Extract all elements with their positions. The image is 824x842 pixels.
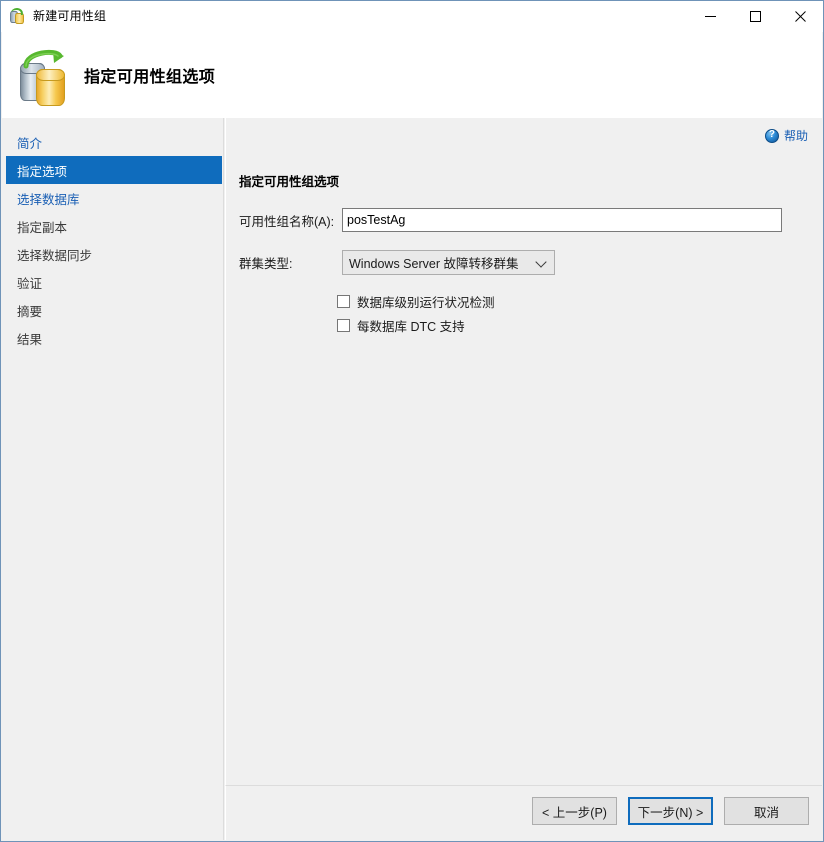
title-bar: 新建可用性组 [1,1,823,32]
new-availability-group-window: 新建可用性组 指定可用性组选项 简介 指定选项 选择数据库 指定副本 选择数据同… [0,0,824,842]
cluster-type-value: Windows Server 故障转移群集 [349,257,519,271]
sidebar-item-validation[interactable]: 验证 [6,268,222,296]
sidebar-item-select-data-synchronization[interactable]: 选择数据同步 [6,240,222,268]
sidebar-item-label: 选择数据库 [17,192,80,207]
footer-buttons: < 上一步(P) 下一步(N) > 取消 [532,797,809,825]
per-database-dtc-label: 每数据库 DTC 支持 [357,320,465,334]
help-link[interactable]: 帮助 [764,127,808,144]
sidebar-item-specify-replicas[interactable]: 指定副本 [6,212,222,240]
cancel-button[interactable]: 取消 [724,797,809,825]
sidebar-item-specify-options[interactable]: 指定选项 [6,156,222,184]
minimize-icon[interactable] [688,1,733,32]
sidebar-item-label: 指定副本 [17,220,68,235]
sidebar-item-results[interactable]: 结果 [6,324,222,352]
database-health-detection-checkbox[interactable] [337,295,350,308]
per-database-dtc-checkbox[interactable] [337,319,350,332]
back-button[interactable]: < 上一步(P) [532,797,617,825]
availability-group-name-row: 可用性组名称(A): [239,208,782,232]
sidebar-item-select-databases[interactable]: 选择数据库 [6,184,222,212]
window-title: 新建可用性组 [33,9,107,23]
sidebar-item-label: 结果 [17,332,43,347]
content-pane: 帮助 指定可用性组选项 可用性组名称(A): 群集类型: Windows Ser… [225,118,822,786]
database-health-detection-label: 数据库级别运行状况检测 [357,296,495,310]
sidebar-item-label: 简介 [17,136,43,151]
page-header: 指定可用性组选项 [2,32,822,118]
database-replication-icon [14,44,74,106]
help-icon [764,128,779,143]
maximize-icon[interactable] [733,1,778,32]
footer-bar: < 上一步(P) 下一步(N) > 取消 [225,785,822,840]
window-controls [688,1,823,32]
section-title: 指定可用性组选项 [239,175,340,189]
wizard-steps-sidebar: 简介 指定选项 选择数据库 指定副本 选择数据同步 验证 摘要 结果 [2,118,224,840]
green-arrow-icon [23,49,64,69]
close-icon[interactable] [778,1,823,32]
sidebar-item-label: 指定选项 [17,164,68,179]
sidebar-item-label: 摘要 [17,304,43,319]
sidebar-item-summary[interactable]: 摘要 [6,296,222,324]
sidebar-item-label: 选择数据同步 [17,248,93,263]
help-label: 帮助 [783,129,808,143]
sidebar-item-label: 验证 [17,276,43,291]
per-database-dtc-checkbox-row[interactable]: 每数据库 DTC 支持 [337,316,465,335]
database-health-detection-checkbox-row[interactable]: 数据库级别运行状况检测 [337,292,495,311]
availability-group-icon [10,7,26,25]
cluster-type-dropdown[interactable]: Windows Server 故障转移群集 [342,250,555,275]
page-title: 指定可用性组选项 [84,69,216,86]
next-button[interactable]: 下一步(N) > [628,797,713,825]
availability-group-name-input[interactable] [342,208,782,232]
cluster-type-label: 群集类型: [239,257,293,271]
availability-group-name-label: 可用性组名称(A): [239,214,335,229]
sidebar-item-introduction[interactable]: 简介 [6,128,222,156]
cluster-type-row: 群集类型: Windows Server 故障转移群集 [239,250,555,275]
chevron-down-icon [535,255,547,268]
